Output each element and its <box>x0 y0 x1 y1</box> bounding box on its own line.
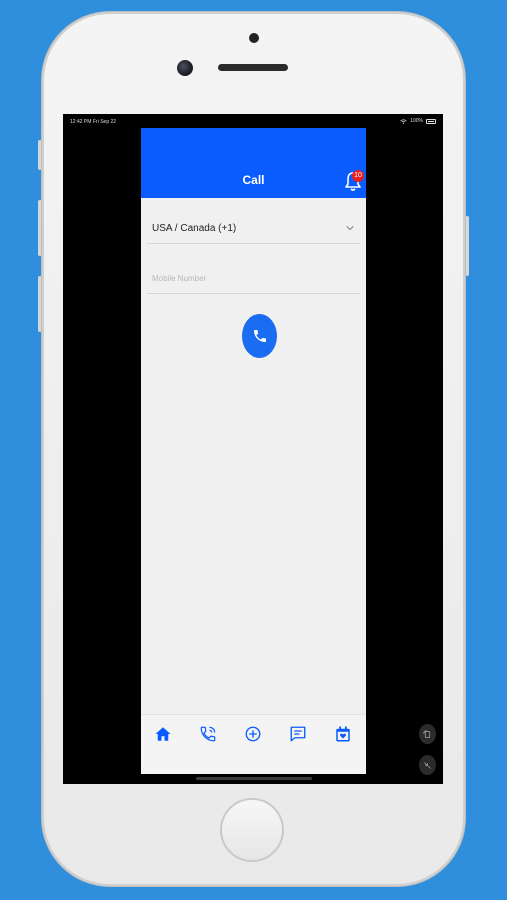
status-date: Fri Sep 22 <box>93 119 117 125</box>
battery-icon <box>426 118 436 124</box>
proximity-sensor <box>249 33 259 43</box>
app-header: Call 10 <box>141 128 366 198</box>
collapse-icon <box>424 761 431 769</box>
country-code-selected: USA / Canada (+1) <box>152 223 237 234</box>
page-title: Call <box>242 173 265 187</box>
shrink-button[interactable] <box>419 755 436 775</box>
home-icon <box>155 727 171 741</box>
status-bar: 12:42 PM Fri Sep 22 100% <box>63 114 443 128</box>
wifi-icon <box>400 118 407 124</box>
phone-call-icon <box>200 726 216 742</box>
rotate-button[interactable] <box>419 724 436 744</box>
battery-percent: 100% <box>410 118 423 124</box>
tab-home[interactable] <box>154 725 172 743</box>
chevron-down-icon <box>346 226 354 231</box>
tab-messages[interactable] <box>289 725 307 743</box>
call-button[interactable] <box>242 314 277 358</box>
front-camera <box>177 60 193 76</box>
country-code-dropdown[interactable]: USA / Canada (+1) <box>147 214 360 244</box>
device-screen: 12:42 PM Fri Sep 22 100% Call 10 USA / C… <box>63 114 443 784</box>
app-window: Call 10 USA / Canada (+1) <box>141 128 366 774</box>
home-indicator <box>196 777 312 780</box>
bottom-tab-bar <box>141 714 366 774</box>
power-button <box>465 216 469 276</box>
calendar-icon <box>336 726 350 742</box>
add-circle-icon <box>245 726 261 742</box>
earpiece-speaker <box>218 64 288 71</box>
tab-calendar[interactable] <box>334 725 352 743</box>
status-time: 12:42 PM <box>70 119 92 125</box>
tab-calls[interactable] <box>199 725 217 743</box>
mobile-number-input[interactable] <box>147 264 360 294</box>
home-button[interactable] <box>220 798 284 862</box>
message-icon <box>290 726 306 742</box>
notification-badge: 10 <box>352 170 364 182</box>
tab-add[interactable] <box>244 725 262 743</box>
phone-icon <box>253 330 266 342</box>
status-right-group: 100% <box>400 118 436 124</box>
rotate-icon <box>423 729 431 738</box>
